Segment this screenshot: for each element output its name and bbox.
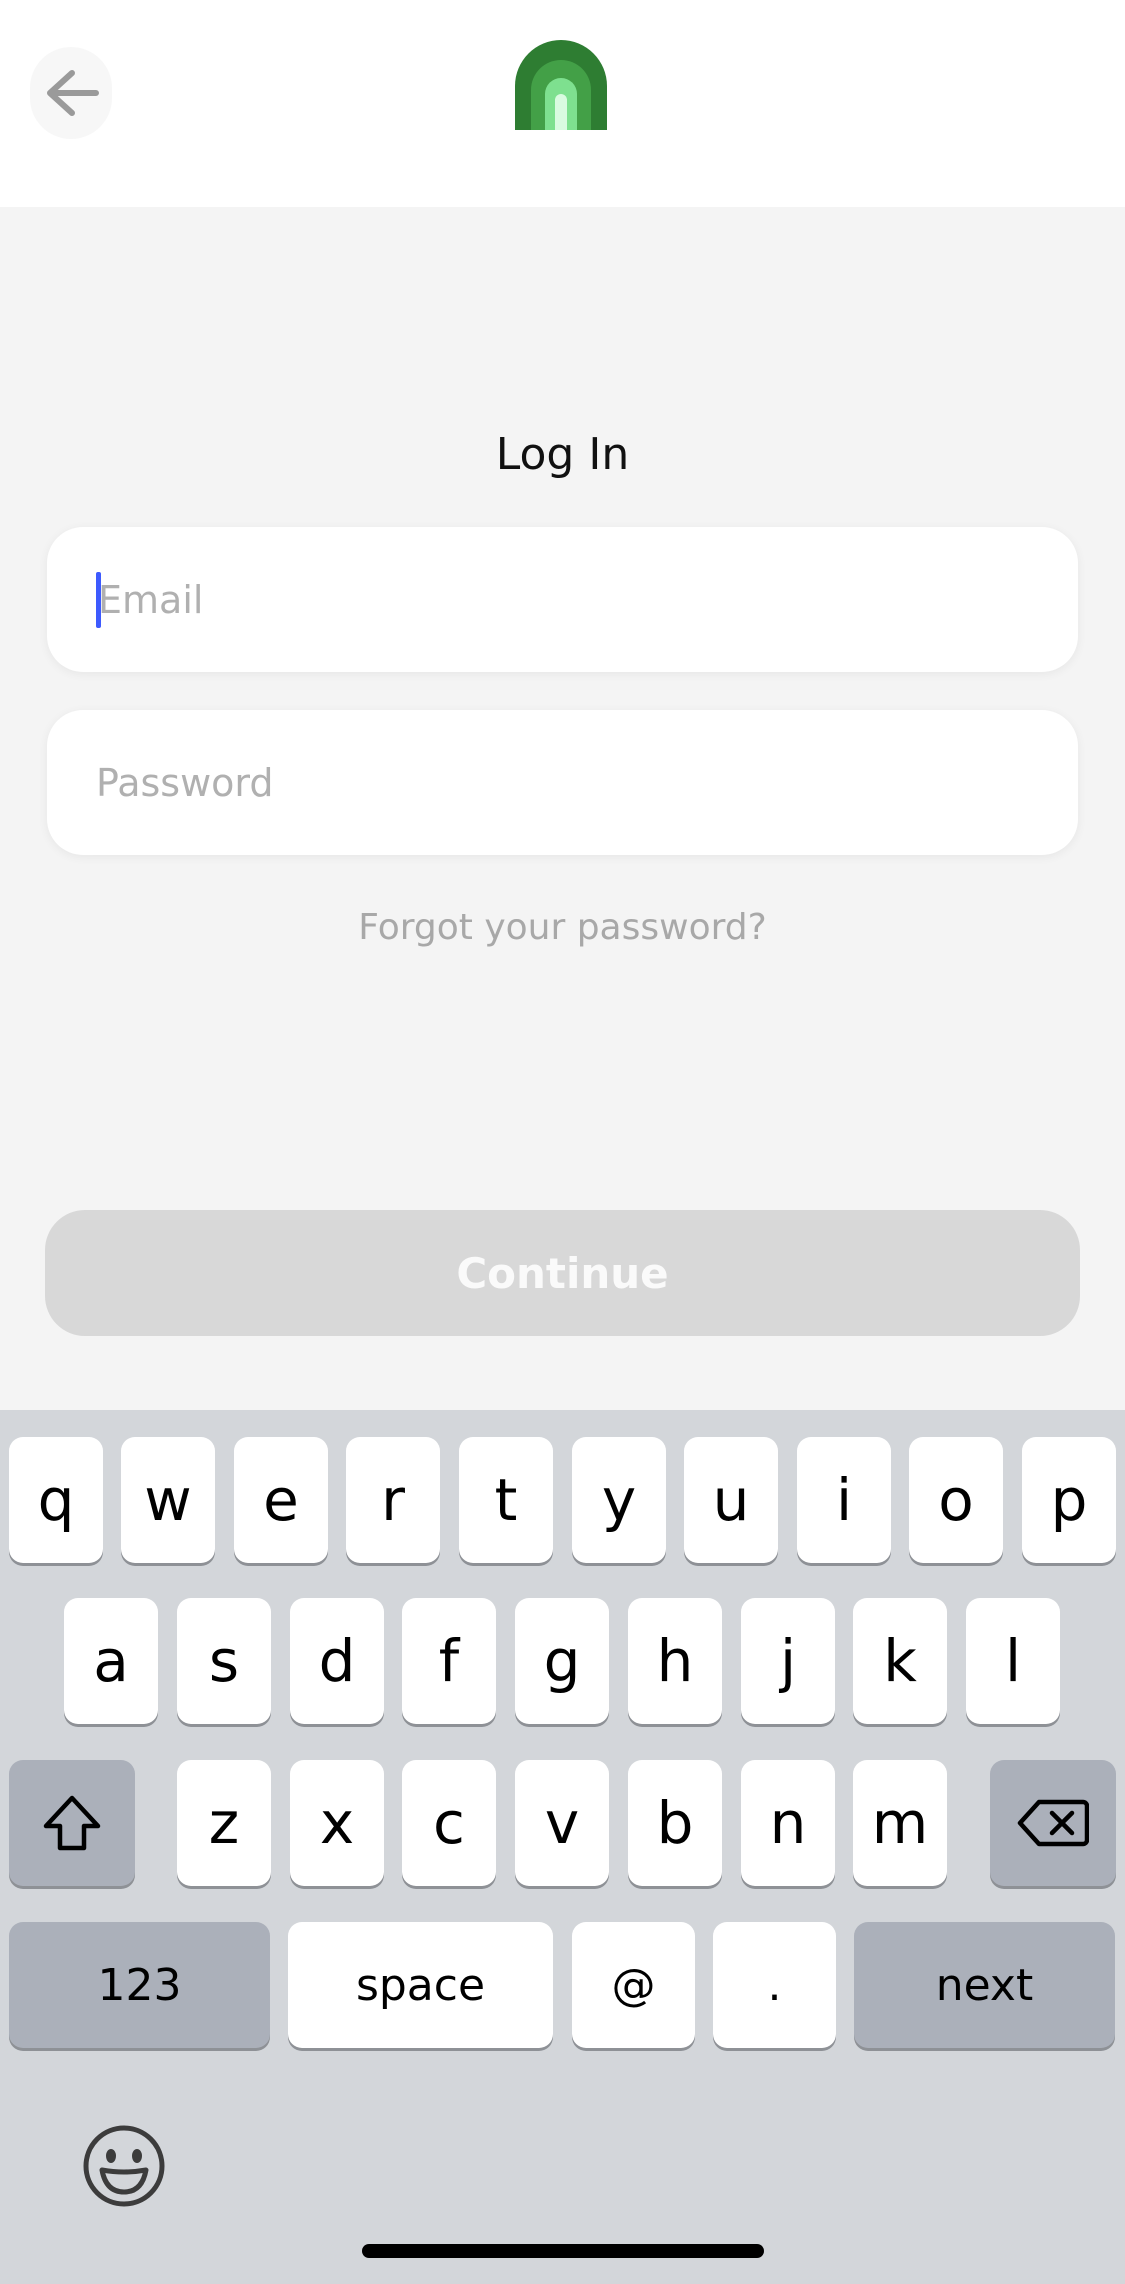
- key-x[interactable]: x: [290, 1760, 384, 1886]
- key-j[interactable]: j: [741, 1598, 835, 1724]
- key-b[interactable]: b: [628, 1760, 722, 1886]
- key-n[interactable]: n: [741, 1760, 835, 1886]
- key-r[interactable]: r: [346, 1437, 440, 1563]
- arch-logo-icon: [515, 40, 607, 130]
- key-g[interactable]: g: [515, 1598, 609, 1724]
- delete-key[interactable]: [990, 1760, 1116, 1886]
- key-s[interactable]: s: [177, 1598, 271, 1724]
- key-d[interactable]: d: [290, 1598, 384, 1724]
- back-button[interactable]: [30, 47, 112, 139]
- keyboard: q w e r t y u i o p a s d f g h j k l z …: [0, 1410, 1125, 2284]
- backspace-icon: [1017, 1799, 1089, 1847]
- continue-button[interactable]: Continue: [45, 1210, 1080, 1336]
- key-a[interactable]: a: [64, 1598, 158, 1724]
- key-o[interactable]: o: [909, 1437, 1003, 1563]
- emoji-icon[interactable]: [82, 2124, 166, 2208]
- shift-icon: [43, 1795, 101, 1851]
- key-v[interactable]: v: [515, 1760, 609, 1886]
- key-y[interactable]: y: [572, 1437, 666, 1563]
- top-bar: [0, 0, 1125, 207]
- key-p[interactable]: p: [1022, 1437, 1116, 1563]
- key-t[interactable]: t: [459, 1437, 553, 1563]
- key-h[interactable]: h: [628, 1598, 722, 1724]
- password-field[interactable]: Password: [47, 710, 1078, 855]
- next-key[interactable]: next: [854, 1922, 1115, 2048]
- key-m[interactable]: m: [853, 1760, 947, 1886]
- key-z[interactable]: z: [177, 1760, 271, 1886]
- password-placeholder: Password: [96, 760, 274, 805]
- key-k[interactable]: k: [853, 1598, 947, 1724]
- email-field[interactable]: Email: [47, 527, 1078, 672]
- key-q[interactable]: q: [9, 1437, 103, 1563]
- key-e[interactable]: e: [234, 1437, 328, 1563]
- key-f[interactable]: f: [402, 1598, 496, 1724]
- email-placeholder: Email: [98, 577, 204, 622]
- key-u[interactable]: u: [684, 1437, 778, 1563]
- page-title: Log In: [495, 429, 630, 480]
- at-key[interactable]: @: [572, 1922, 695, 2048]
- key-l[interactable]: l: [966, 1598, 1060, 1724]
- numbers-key[interactable]: 123: [9, 1922, 270, 2048]
- key-i[interactable]: i: [797, 1437, 891, 1563]
- space-key[interactable]: space: [288, 1922, 553, 2048]
- forgot-password-link[interactable]: Forgot your password?: [0, 907, 1125, 948]
- arrow-left-icon: [47, 70, 99, 116]
- home-indicator: [362, 2244, 764, 2258]
- key-w[interactable]: w: [121, 1437, 215, 1563]
- shift-key[interactable]: [9, 1760, 135, 1886]
- login-form: Log In Email Password Forgot your passwo…: [0, 207, 1125, 1410]
- dot-key[interactable]: .: [713, 1922, 836, 2048]
- key-c[interactable]: c: [402, 1760, 496, 1886]
